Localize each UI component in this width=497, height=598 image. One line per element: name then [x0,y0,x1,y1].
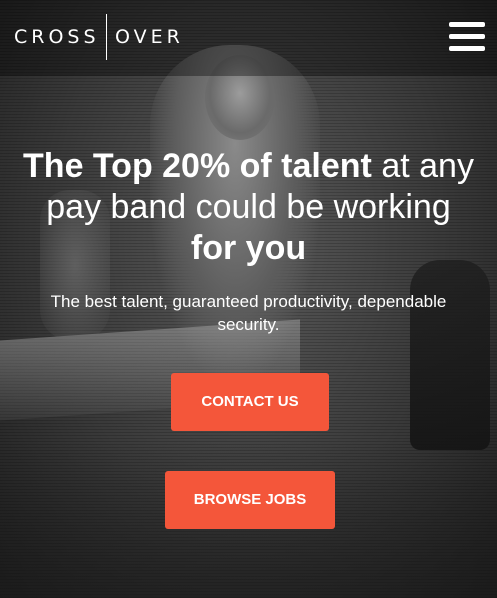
crossover-logo[interactable]: CROSS OVER [14,14,184,60]
contact-us-button[interactable]: CONTACT US [171,373,329,431]
hero-section: CROSS OVER The Top 20% of talent at any … [0,0,497,598]
menu-line [449,34,485,39]
browse-jobs-button[interactable]: BROWSE JOBS [165,471,335,529]
menu-line [449,22,485,27]
headline-bold-part: The Top 20% of talent [23,147,372,185]
menu-line [449,46,485,51]
logo-word-over: OVER [115,26,184,48]
hero-headline: The Top 20% of talent at any pay band co… [20,146,477,269]
logo-word-cross: CROSS [14,26,100,48]
background-photo-chair [410,260,490,450]
headline-emphasis: for you [190,229,307,267]
top-navigation-bar: CROSS OVER [0,0,497,76]
logo-divider [105,14,108,60]
hamburger-menu-icon[interactable] [449,22,485,52]
hero-subtitle: The best talent, guaranteed productivity… [50,292,447,334]
